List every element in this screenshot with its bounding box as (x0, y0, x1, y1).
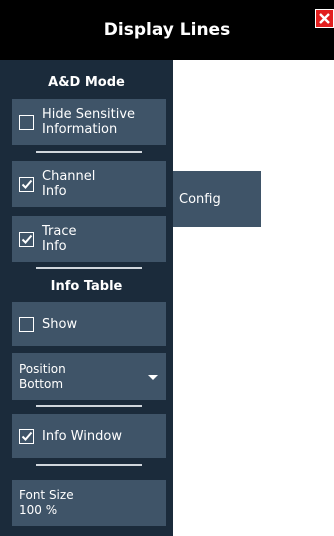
config-button[interactable]: Config (173, 171, 261, 227)
font-size-label: Font Size 100 % (19, 488, 74, 517)
position-dropdown[interactable]: Position Bottom (12, 353, 166, 400)
position-value: Bottom (19, 376, 64, 391)
close-icon (319, 13, 330, 24)
position-label: Position Bottom (19, 361, 66, 391)
info-window-label: Info Window (42, 428, 122, 444)
info-window-checkbox[interactable] (19, 428, 34, 444)
channel-info-checkbox[interactable] (19, 176, 34, 192)
close-button[interactable] (315, 9, 334, 28)
show-label: Show (42, 316, 78, 332)
separator (36, 151, 142, 153)
hide-sensitive-information-button[interactable]: Hide Sensitive Information (12, 99, 166, 145)
show-button[interactable]: Show (12, 302, 166, 346)
info-window-button[interactable]: Info Window (12, 414, 166, 458)
section-title-info-table: Info Table (50, 278, 123, 294)
checkmark-icon (21, 179, 32, 189)
section-title-ad-mode: A&D Mode (48, 74, 125, 90)
separator (36, 405, 142, 407)
font-size-field[interactable]: Font Size 100 % (12, 480, 166, 526)
channel-info-button[interactable]: Channel Info (12, 161, 166, 207)
separator (36, 267, 142, 269)
checkmark-icon (21, 431, 32, 441)
dialog-title: Display Lines (103, 20, 231, 40)
separator (36, 464, 142, 466)
checkmark-icon (21, 234, 32, 244)
side-panel: A&D Mode Hide Sensitive Information Chan… (0, 60, 173, 536)
config-label: Config (179, 191, 221, 207)
dialog-header: Display Lines (0, 0, 334, 60)
trace-info-checkbox[interactable] (19, 231, 34, 247)
hide-sensitive-checkbox[interactable] (19, 114, 34, 130)
show-checkbox[interactable] (19, 316, 34, 332)
chevron-down-icon (148, 375, 158, 380)
trace-info-button[interactable]: Trace Info (12, 216, 166, 262)
channel-info-label: Channel Info (42, 169, 96, 199)
hide-sensitive-label: Hide Sensitive Information (42, 107, 136, 137)
font-size-value: 100 % (19, 503, 58, 517)
trace-info-label: Trace Info (42, 224, 77, 254)
